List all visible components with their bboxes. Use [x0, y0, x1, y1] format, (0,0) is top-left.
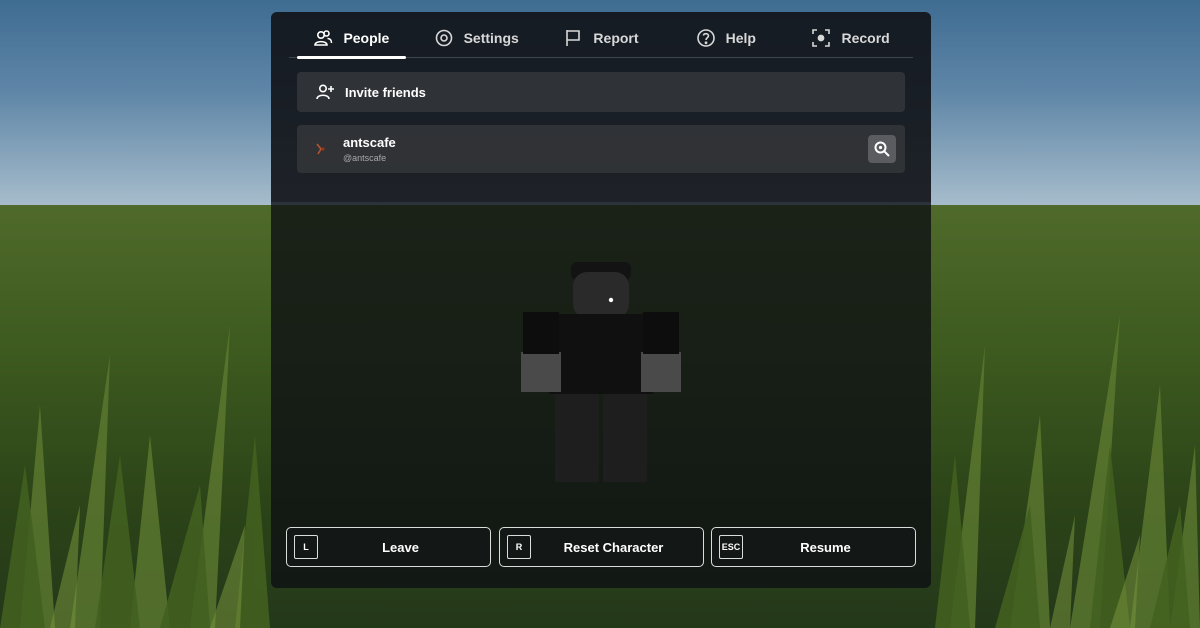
flag-icon: [563, 28, 583, 48]
tab-people[interactable]: People: [289, 18, 414, 59]
player-list-item[interactable]: antscafe @antscafe: [297, 125, 905, 173]
people-icon: [313, 28, 333, 48]
tab-help-label: Help: [725, 29, 756, 46]
resume-button[interactable]: ESC Resume: [711, 527, 916, 567]
player-character-preview: [521, 262, 681, 482]
tab-people-label: People: [343, 29, 390, 46]
record-icon: [811, 28, 831, 48]
player-names: antscafe @antscafe: [343, 135, 396, 163]
player-username: @antscafe: [343, 153, 387, 163]
add-person-icon: [315, 82, 335, 102]
invite-friends-button[interactable]: Invite friends: [297, 72, 905, 112]
tab-record-label: Record: [841, 29, 890, 46]
leave-button[interactable]: L Leave: [286, 527, 491, 567]
tab-help[interactable]: Help: [663, 18, 788, 58]
player-avatar: [313, 141, 329, 157]
menu-tabs: People Settings Report Help Record: [289, 18, 913, 59]
leave-key-hint: L: [294, 535, 318, 559]
help-icon: [696, 28, 716, 48]
settings-icon: [434, 28, 454, 48]
reset-key-hint: R: [507, 535, 531, 559]
reset-character-button[interactable]: R Reset Character: [499, 527, 704, 567]
player-display-name: antscafe: [343, 135, 396, 150]
tab-report[interactable]: Report: [539, 18, 664, 58]
tab-settings-label: Settings: [463, 29, 519, 46]
inspect-player-button[interactable]: [868, 135, 896, 163]
tab-record[interactable]: Record: [788, 18, 913, 58]
game-menu-panel: People Settings Report Help Record Invit…: [271, 12, 931, 588]
resume-key-hint: ESC: [719, 535, 743, 559]
tab-settings[interactable]: Settings: [414, 18, 539, 58]
invite-friends-label: Invite friends: [345, 84, 426, 100]
tab-report-label: Report: [593, 29, 639, 46]
inspect-icon: [873, 140, 891, 158]
